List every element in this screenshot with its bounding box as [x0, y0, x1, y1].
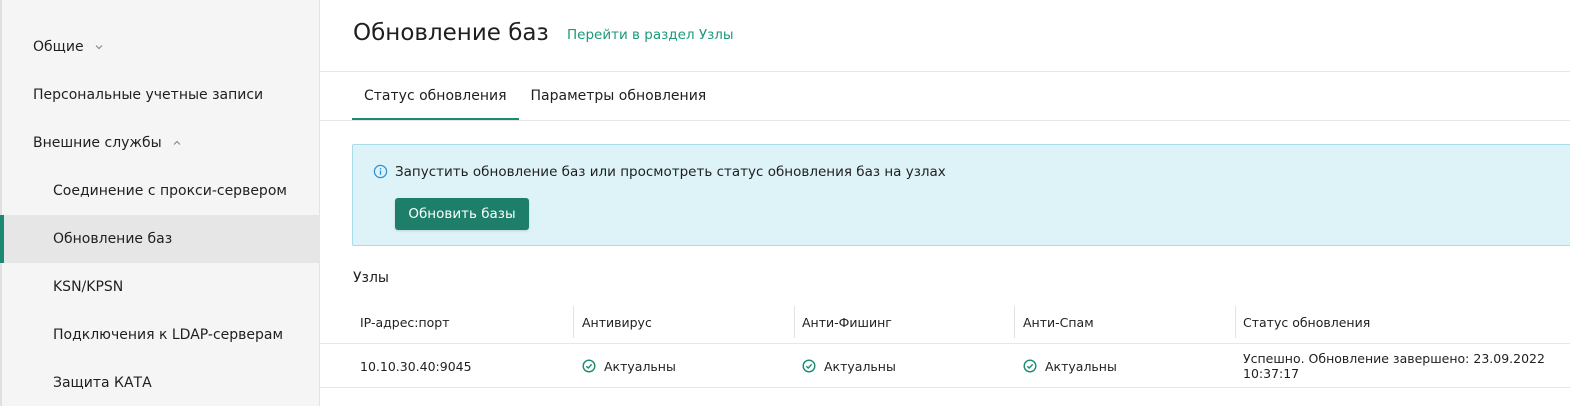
sidebar-item-label: Защита КАТА: [53, 375, 152, 391]
update-status: Успешно. Обновление завершено: 23.09.202…: [1243, 351, 1545, 381]
check-circle-icon: [802, 359, 816, 373]
sidebar-item-personal-accounts[interactable]: Персональные учетные записи: [2, 71, 320, 119]
sidebar-item-ldap-connections[interactable]: Подключения к LDAP-серверам: [2, 311, 320, 359]
main-content: Обновление баз Перейти в раздел Узлы Ста…: [320, 0, 1570, 406]
info-text: Запустить обновление баз или просмотреть…: [395, 164, 946, 180]
sidebar-item-general[interactable]: Общие: [2, 23, 320, 71]
sidebar-item-label: Подключения к LDAP-серверам: [53, 327, 284, 343]
tab-update-settings[interactable]: Параметры обновления: [519, 72, 719, 120]
sidebar-item-kata-protection[interactable]: Защита КАТА: [2, 359, 320, 407]
sidebar: Общие Персональные учетные записи Внешни…: [0, 0, 320, 406]
column-header-antiphishing[interactable]: Анти-Фишинг: [802, 300, 892, 344]
column-header-status[interactable]: Статус обновления: [1243, 300, 1370, 344]
sidebar-item-proxy-connection[interactable]: Соединение с прокси-сервером: [2, 167, 320, 215]
node-address: 10.10.30.40:9045: [360, 358, 472, 374]
check-circle-icon: [582, 359, 596, 373]
update-databases-button[interactable]: Обновить базы: [395, 198, 529, 230]
nodes-table: IP-адрес:порт Антивирус Анти-Фишинг Анти…: [320, 300, 1570, 388]
tab-label: Параметры обновления: [530, 88, 707, 104]
column-separator: [794, 306, 795, 338]
sidebar-item-external-services[interactable]: Внешние службы: [2, 119, 320, 167]
column-header-antispam[interactable]: Анти-Спам: [1023, 300, 1094, 344]
status-text: Актуальны: [604, 358, 676, 374]
chevron-down-icon: [94, 42, 104, 52]
column-separator: [573, 306, 574, 338]
sidebar-item-label: Обновление баз: [53, 231, 173, 247]
sidebar-item-ksn-kpsn[interactable]: KSN/KPSN: [2, 263, 320, 311]
info-banner: Запустить обновление баз или просмотреть…: [352, 144, 1570, 246]
sidebar-item-label: Соединение с прокси-сервером: [53, 183, 287, 199]
divider: [320, 120, 1570, 121]
column-separator: [1235, 306, 1236, 338]
sidebar-item-database-update[interactable]: Обновление баз: [0, 215, 320, 263]
antivirus-status: Актуальны: [582, 344, 676, 388]
info-circle-icon: [373, 164, 388, 183]
column-separator: [1014, 306, 1015, 338]
table-row[interactable]: 10.10.30.40:9045 Актуальны Актуальны Акт…: [320, 344, 1570, 388]
nodes-section-title: Узлы: [353, 270, 389, 286]
status-text: Актуальны: [1045, 358, 1117, 374]
tab-label: Статус обновления: [364, 88, 507, 104]
sidebar-item-label: KSN/KPSN: [53, 279, 124, 295]
table-header-row: IP-адрес:порт Антивирус Анти-Фишинг Анти…: [320, 300, 1570, 344]
sidebar-item-label: Внешние службы: [33, 135, 162, 151]
tab-bar: Статус обновления Параметры обновления: [352, 72, 719, 121]
page-title: Обновление баз: [353, 20, 549, 46]
sidebar-item-label: Персональные учетные записи: [33, 87, 264, 103]
tab-update-status[interactable]: Статус обновления: [352, 72, 519, 121]
antiphishing-status: Актуальны: [802, 344, 896, 388]
goto-nodes-link[interactable]: Перейти в раздел Узлы: [567, 27, 734, 43]
chevron-up-icon: [172, 138, 182, 148]
antispam-status: Актуальны: [1023, 344, 1117, 388]
column-header-address[interactable]: IP-адрес:порт: [360, 300, 450, 344]
sidebar-item-label: Общие: [33, 39, 84, 55]
column-header-antivirus[interactable]: Антивирус: [582, 300, 652, 344]
status-text: Актуальны: [824, 358, 896, 374]
check-circle-icon: [1023, 359, 1037, 373]
